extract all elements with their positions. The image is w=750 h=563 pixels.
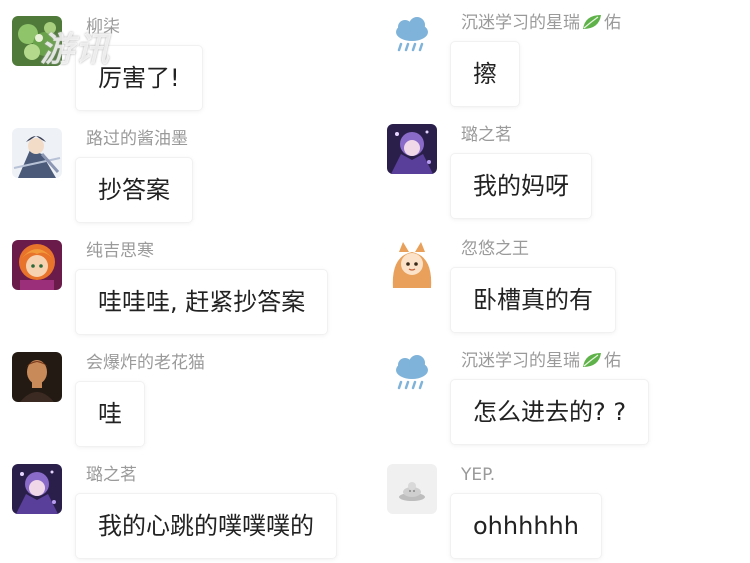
fox-girl-avatar[interactable] [387, 238, 437, 288]
purple-anime-avatar[interactable] [387, 124, 437, 174]
sender-name-suffix: 佑 [604, 351, 621, 371]
message-bubble[interactable]: 哇 [76, 382, 144, 446]
rain-cloud-avatar[interactable] [387, 12, 437, 62]
message-bubble[interactable]: 抄答案 [76, 158, 192, 222]
rain-cloud-avatar[interactable] [387, 350, 437, 400]
sender-name: 沉迷学习的星瑞 佑 [461, 350, 621, 375]
sender-name-prefix: 沉迷学习的星瑞 [461, 351, 580, 371]
sender-name: 纯吉思寒 [86, 241, 154, 261]
dark-portrait-avatar[interactable] [12, 352, 62, 402]
sender-name: 璐之茗 [461, 125, 512, 145]
message-bubble[interactable]: 擦 [451, 42, 519, 106]
sender-name: 璐之茗 [86, 465, 137, 485]
default-gray-avatar[interactable] [387, 464, 437, 514]
anime-swordsman-avatar[interactable] [12, 128, 62, 178]
message-bubble[interactable]: ohhhhhh [451, 494, 601, 558]
site-watermark: 游讯 [40, 30, 110, 70]
sender-name-suffix: 佑 [604, 13, 621, 33]
leaf-icon [581, 13, 603, 37]
message-bubble[interactable]: 怎么进去的? ? [451, 380, 649, 444]
message-bubble[interactable]: 我的心跳的噗噗噗的 [76, 494, 336, 558]
message-bubble[interactable]: 卧槽真的有 [451, 268, 615, 332]
sender-name: YEP. [461, 465, 496, 485]
purple-anime-avatar[interactable] [12, 464, 62, 514]
orange-hair-girl-avatar[interactable] [12, 240, 62, 290]
sender-name: 路过的酱油墨 [86, 129, 188, 149]
comment-chat-screenshot: 柳柒 厉害了! 路过的酱油墨 抄答案 纯吉思寒 哇哇哇, 赶紧抄答案 会爆炸的老… [0, 0, 750, 563]
sender-name: 忽悠之王 [461, 239, 529, 259]
leaf-icon [581, 351, 603, 375]
message-bubble[interactable]: 哇哇哇, 赶紧抄答案 [76, 270, 328, 334]
sender-name: 沉迷学习的星瑞 佑 [461, 12, 621, 37]
sender-name-prefix: 沉迷学习的星瑞 [461, 13, 580, 33]
sender-name: 会爆炸的老花猫 [86, 353, 205, 373]
message-bubble[interactable]: 我的妈呀 [451, 154, 591, 218]
